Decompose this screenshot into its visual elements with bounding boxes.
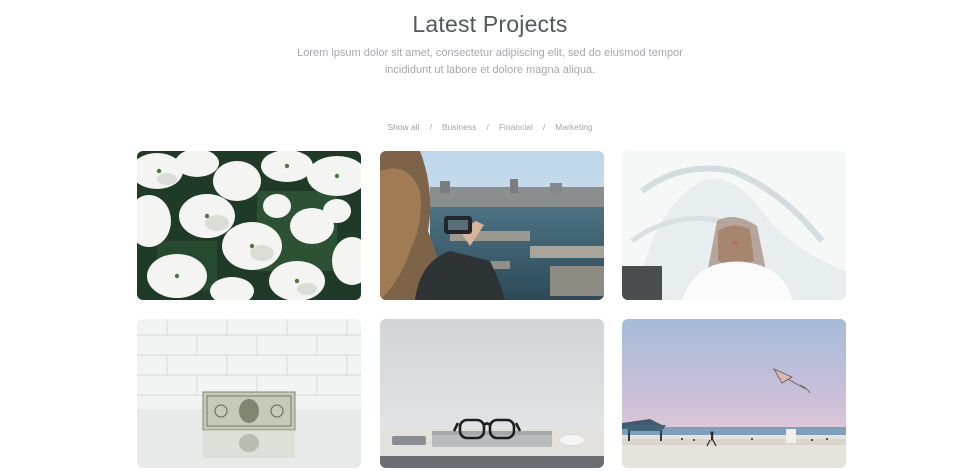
- filter-separator: /: [486, 122, 489, 132]
- filter-business[interactable]: Business: [440, 122, 479, 132]
- project-card-dollar[interactable]: [137, 319, 361, 468]
- project-image-glasses: [379, 319, 604, 468]
- project-card-beach[interactable]: [622, 319, 846, 468]
- project-image-harbor: [379, 151, 604, 300]
- project-card-flowers[interactable]: [137, 151, 361, 300]
- section-description: Lorem ipsum dolor sit amet, consectetur …: [270, 45, 710, 79]
- filter-show-all[interactable]: Show all: [385, 122, 421, 132]
- filter-separator: /: [429, 122, 432, 132]
- filter-marketing[interactable]: Marketing: [553, 122, 594, 132]
- description-line-2: incididunt ut labore et dolore magna ali…: [384, 64, 596, 76]
- section-title: Latest Projects: [412, 11, 568, 37]
- filter-financial[interactable]: Financial: [497, 122, 535, 132]
- project-card-harbor[interactable]: [379, 151, 604, 300]
- project-gallery: [137, 151, 846, 468]
- project-card-fabric[interactable]: [622, 151, 846, 300]
- filter-separator: /: [542, 122, 546, 132]
- project-image-beach: [622, 319, 846, 468]
- description-line-1: Lorem ipsum dolor sit amet, consectetur …: [297, 47, 683, 59]
- project-image-dollar: [137, 319, 361, 468]
- project-card-glasses[interactable]: [379, 319, 604, 468]
- project-filter-nav: Show all / Business / Financial / Market…: [0, 120, 980, 134]
- project-image-flowers: [137, 151, 361, 300]
- project-image-fabric: [622, 151, 846, 300]
